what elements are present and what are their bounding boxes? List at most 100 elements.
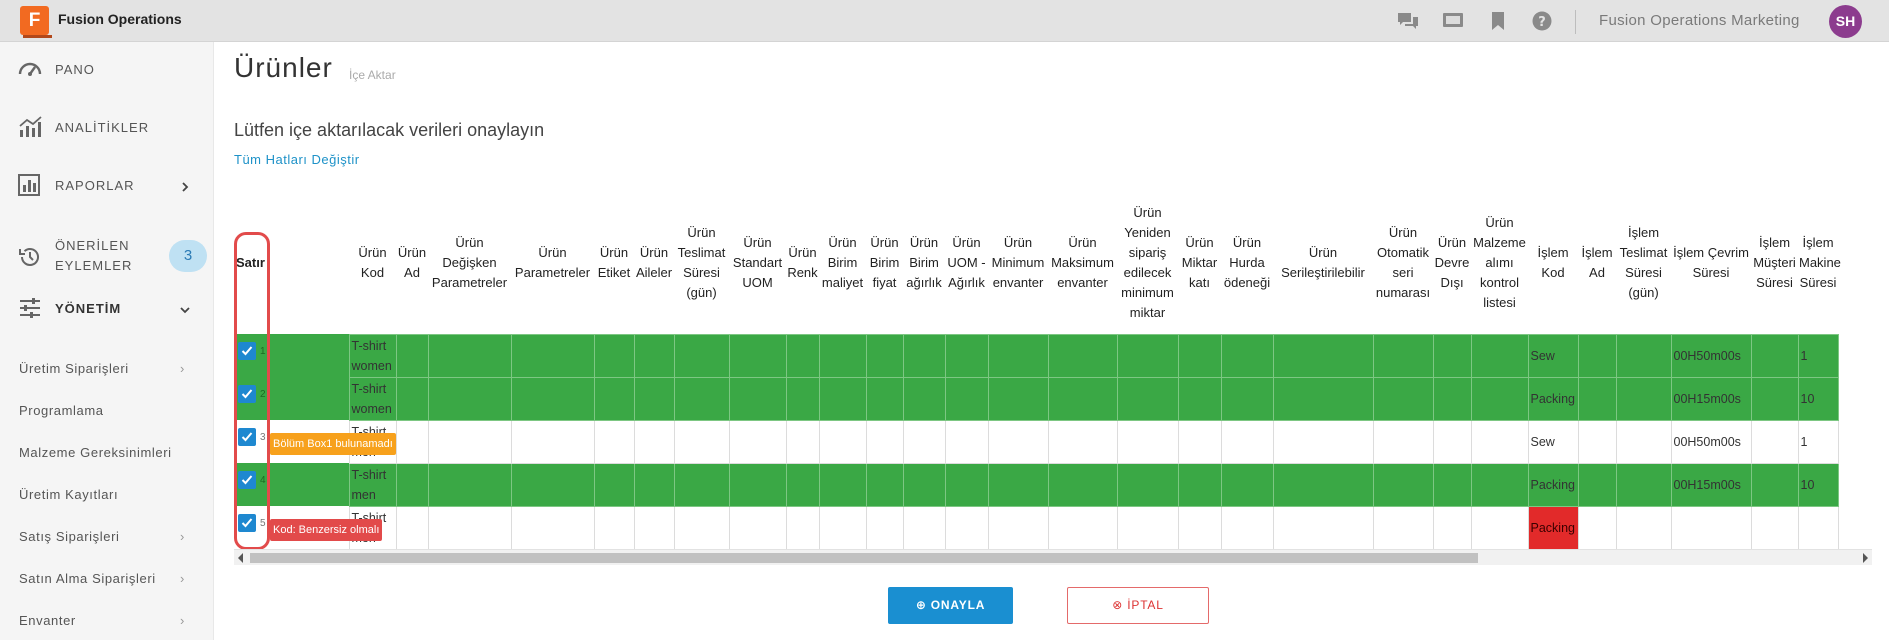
chevron-down-icon (180, 307, 190, 314)
table-cell (1177, 333, 1222, 378)
table-row[interactable]: 1 T-shirt women Sew 00H50m00s 1 (234, 333, 1839, 378)
table-cell (633, 462, 675, 507)
cycle-time-cell: 00H50m00s (1670, 333, 1752, 378)
table-cell (944, 462, 989, 507)
operation-code-cell: Sew (1527, 419, 1579, 464)
column-header: Ürün Yeniden sipariş edilecek minimum mi… (1121, 204, 1174, 320)
table-cell (395, 505, 429, 550)
scrollbar-thumb[interactable] (250, 553, 1478, 563)
table-cell (865, 505, 904, 550)
table-row[interactable]: 4 T-shirt men Packing 00H15m00s 10 (234, 462, 1839, 507)
table-cell (902, 376, 946, 421)
table-cell (1750, 333, 1799, 378)
bookmark-icon[interactable] (1487, 11, 1509, 31)
help-icon[interactable]: ? (1531, 11, 1553, 31)
product-code-cell: T-shirt men (348, 462, 397, 507)
table-cell (818, 462, 867, 507)
column-header: Ürün Birim maliyet (821, 234, 864, 290)
table-cell (1116, 376, 1179, 421)
table-cell (1615, 419, 1672, 464)
confirm-button[interactable]: ⊕ ONAYLA (888, 587, 1013, 624)
table-row[interactable]: 5Kod: Benzersiz olmalıT-shirt menPacking (234, 505, 1839, 550)
table-cell (510, 419, 595, 464)
column-header: Ürün Standart UOM (732, 234, 783, 290)
column-header: Ürün Birim fiyat (869, 234, 900, 290)
table-cell (944, 505, 989, 550)
table-cell (728, 376, 787, 421)
toggle-all-errors-link[interactable]: Tüm Hatları Değiştir (234, 152, 360, 167)
table-cell (1272, 376, 1374, 421)
sidebar-item-reports[interactable]: RAPORLAR (0, 172, 214, 202)
confirm-instruction: Lütfen içe aktarılacak verileri onaylayı… (234, 120, 545, 140)
chevron-right-icon: › (180, 613, 185, 628)
table-cell (633, 376, 675, 421)
table-cell (865, 462, 904, 507)
table-cell (785, 376, 820, 421)
sidebar-item-management[interactable]: YÖNETİM (0, 294, 214, 324)
row-error-badge: Bölüm Box1 bulunamadı (270, 433, 396, 455)
table-cell (1432, 505, 1472, 550)
top-bar: F Fusion Operations ? Fusion Operations … (0, 0, 1889, 42)
column-header: İşlem Makine Süresi (1799, 234, 1841, 290)
table-cell (427, 462, 512, 507)
app-title: Fusion Operations (58, 11, 182, 27)
column-header: Ürün Hurda ödeneği (1223, 234, 1271, 290)
table-cell (728, 505, 787, 550)
table-cell (865, 419, 904, 464)
table-cell (1615, 505, 1672, 550)
table-cell (987, 462, 1049, 507)
sidebar-item-analytics[interactable]: ANALİTİKLER (0, 114, 214, 144)
table-row[interactable]: 3Bölüm Box1 bulunamadıT-shirt menSew00H5… (234, 419, 1839, 464)
table-cell (1047, 419, 1118, 464)
chevron-right-icon (182, 182, 189, 192)
sidebar-sub-item-label: Satış Siparişleri (19, 529, 120, 544)
table-cell (1220, 419, 1274, 464)
chevron-right-icon: › (180, 571, 185, 586)
page-title: Ürünler (234, 52, 333, 83)
column-header: Ürün Minimum envanter (991, 234, 1045, 290)
chat-icon[interactable] (1397, 11, 1419, 31)
cycle-time-cell: 00H50m00s (1670, 419, 1752, 464)
table-cell (1432, 376, 1472, 421)
analytics-icon (19, 116, 42, 137)
table-cell (1470, 462, 1529, 507)
table-cell (1615, 333, 1672, 378)
cancel-button[interactable]: ⊗ İPTAL (1067, 587, 1209, 624)
table-cell (1116, 462, 1179, 507)
column-header: Ürün Maksimum envanter (1051, 234, 1114, 290)
column-header: Ürün Renk (787, 244, 818, 280)
table-cell (1750, 376, 1799, 421)
table-cell (987, 505, 1049, 550)
table-row[interactable]: 2 T-shirt women Packing 00H15m00s 10 (234, 376, 1839, 421)
organization-name[interactable]: Fusion Operations Marketing (1599, 12, 1800, 29)
operation-code-cell: Sew (1527, 333, 1579, 378)
table-cell (510, 376, 595, 421)
table-cell (1372, 462, 1434, 507)
screen-icon[interactable] (1442, 11, 1464, 31)
scroll-left-icon[interactable] (238, 553, 243, 563)
table-cell (1116, 333, 1179, 378)
table-cell (1615, 462, 1672, 507)
column-header: Ürün Kod (358, 244, 387, 280)
table-cell (1470, 376, 1529, 421)
scroll-right-icon[interactable] (1863, 553, 1868, 563)
app-logo[interactable]: F (20, 6, 52, 38)
svg-text:?: ? (1538, 15, 1546, 30)
user-avatar[interactable]: SH (1829, 5, 1862, 38)
horizontal-scrollbar[interactable] (234, 549, 1872, 565)
sidebar-sub-item-label: Satın Alma Siparişleri (19, 571, 156, 586)
table-cell (1220, 505, 1274, 550)
table-cell (785, 505, 820, 550)
table-cell (865, 376, 904, 421)
sidebar-item-pano[interactable]: PANO (0, 56, 214, 86)
table-cell (1372, 333, 1434, 378)
table-cell (818, 419, 867, 464)
column-header: İşlem Çevrim Süresi (1673, 244, 1749, 280)
table-cell (1372, 376, 1434, 421)
table-cell (427, 419, 512, 464)
sidebar-item-suggested-actions[interactable]: ÖNERİLEN EYLEMLER 3 (0, 232, 214, 280)
row-selection-highlight (234, 232, 270, 550)
column-header: Ürün Etiket (597, 244, 631, 280)
column-header: Ürün UOM - Ağırlık (947, 234, 986, 290)
table-cell (427, 505, 512, 550)
